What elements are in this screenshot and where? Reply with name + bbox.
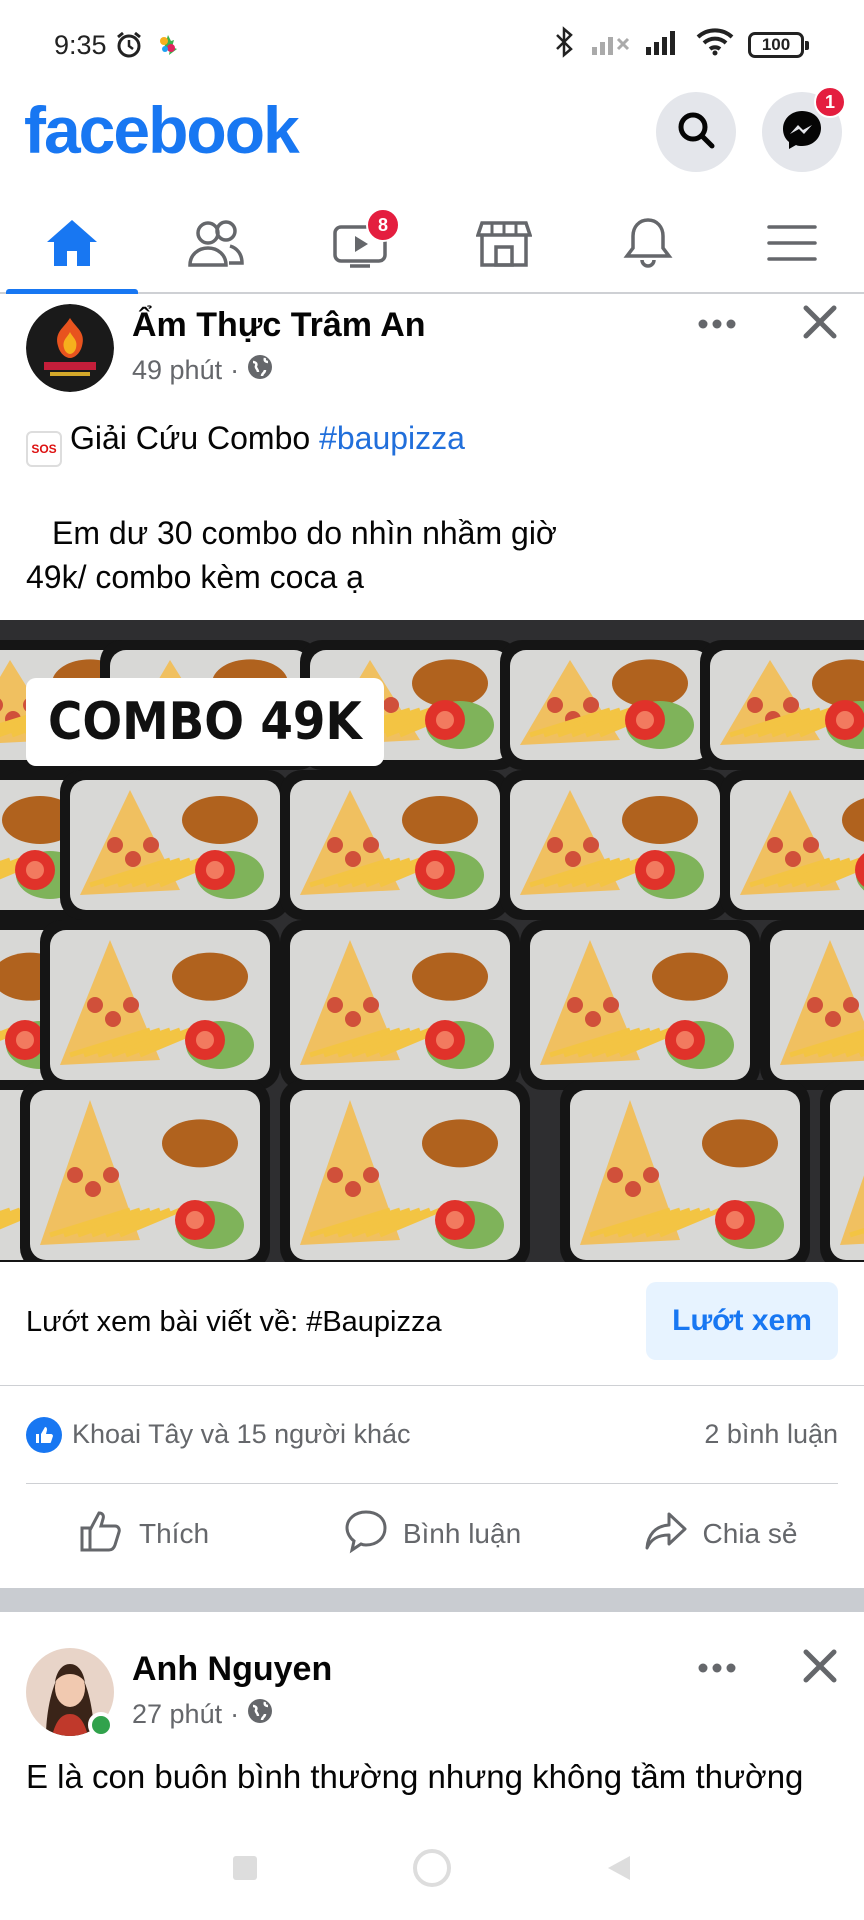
comment-icon [343, 1508, 389, 1561]
main-nav: 8 [0, 198, 864, 294]
home-icon [44, 217, 100, 274]
bluetooth-icon [554, 26, 576, 63]
globe-icon [247, 354, 273, 387]
tab-home[interactable] [0, 198, 144, 294]
hashtag-browse-row: Lướt xem bài viết về: #Baupizza Lướt xem [0, 1262, 864, 1386]
tab-marketplace[interactable] [432, 198, 576, 292]
reactions-summary[interactable]: Khoai Tây và 15 người khác [26, 1416, 411, 1453]
more-icon [697, 1661, 737, 1679]
photo-overlay-text: COMBO 49K [26, 678, 384, 766]
food-box [280, 1080, 530, 1262]
meta-separator: · [230, 1699, 240, 1729]
search-button[interactable] [656, 92, 736, 172]
bell-icon [622, 216, 674, 275]
status-time: 9:35 [54, 30, 107, 60]
signal-icon [644, 29, 682, 60]
post-more-button[interactable] [690, 1648, 744, 1692]
browse-button[interactable]: Lướt xem [646, 1282, 838, 1360]
tab-watch[interactable]: 8 [288, 198, 432, 292]
post-text-line1: E là con buôn bình thường nhưng không tầ… [26, 1758, 804, 1795]
close-icon [802, 1648, 838, 1689]
hide-post-button[interactable] [796, 1644, 844, 1692]
food-box [280, 920, 520, 1090]
friends-icon [186, 217, 246, 274]
hamburger-icon [766, 221, 818, 270]
food-box [20, 1080, 270, 1262]
food-box [560, 1080, 810, 1262]
hashtag-link[interactable]: #baupizza [319, 420, 465, 456]
post-time[interactable]: 27 phút [132, 1699, 222, 1730]
food-box [280, 770, 510, 920]
wifi-icon [696, 28, 734, 61]
feed-divider [0, 1588, 864, 1612]
tab-friends[interactable] [144, 198, 288, 292]
thumbs-up-icon [79, 1508, 125, 1561]
sos-emoji-icon: SOS [26, 431, 62, 467]
like-button[interactable]: Thích [0, 1484, 288, 1584]
close-icon [802, 304, 838, 345]
battery-indicator: 100 [748, 31, 809, 58]
app-notification-icon [156, 33, 180, 62]
signal-off-icon [590, 29, 630, 60]
meta-separator: · [230, 355, 240, 385]
post-author[interactable]: Anh Nguyen [132, 1650, 332, 1689]
tab-menu[interactable] [720, 198, 864, 292]
post-meta: 27 phút · [132, 1698, 273, 1731]
post-text-line1: Giải Cứu Combo [70, 420, 320, 456]
recents-icon[interactable] [230, 1853, 260, 1888]
post-actions: Thích Bình luận Chia sẻ [0, 1484, 864, 1584]
post-photo[interactable]: COMBO 49K [0, 620, 864, 1262]
food-box [500, 770, 730, 920]
hide-post-button[interactable] [796, 300, 844, 348]
comments-count[interactable]: 2 bình luận [704, 1419, 838, 1450]
post-header: Ẩm Thực Trâm An 49 phút · [0, 296, 864, 408]
online-status-indicator [88, 1712, 114, 1738]
food-box [40, 920, 280, 1090]
post-time[interactable]: 49 phút [132, 355, 222, 386]
food-box [820, 1080, 864, 1262]
like-label: Thích [138, 1518, 210, 1549]
app-header: facebook 1 [0, 86, 864, 172]
post-text-line2: Em dư 30 combo do nhìn nhầm giờ [52, 515, 557, 551]
share-label: Chia sẻ [702, 1518, 798, 1549]
home-nav-icon[interactable] [410, 1846, 454, 1895]
food-box [720, 770, 864, 920]
post-author[interactable]: Ẩm Thực Trâm An [132, 306, 426, 345]
post-meta: 49 phút · [132, 354, 273, 387]
alarm-icon [114, 30, 144, 65]
feed-post: Ẩm Thực Trâm An 49 phút · SOS Giải Cứu Co… [0, 296, 864, 1588]
system-navigation-bar [0, 1820, 864, 1920]
marketplace-icon [475, 217, 533, 274]
food-box [760, 920, 864, 1090]
share-icon [643, 1508, 689, 1561]
post-header: Anh Nguyen 27 phút · [0, 1640, 864, 1752]
browse-text: Lướt xem bài viết về: #Baupizza [26, 1306, 442, 1338]
back-icon[interactable] [604, 1853, 634, 1888]
globe-icon [247, 1698, 273, 1731]
like-reaction-icon [26, 1416, 62, 1453]
facebook-logo[interactable]: facebook [24, 92, 300, 168]
tab-notifications[interactable] [576, 198, 720, 292]
food-box [700, 640, 864, 770]
post-more-button[interactable] [690, 304, 744, 348]
comment-button[interactable]: Bình luận [288, 1484, 576, 1584]
reactions-bar: Khoai Tây và 15 người khác 2 bình luận [26, 1386, 838, 1484]
messenger-button[interactable]: 1 [762, 86, 846, 172]
messenger-badge: 1 [814, 86, 846, 118]
status-bar: 9:35 100 [0, 0, 864, 92]
post-text-line3: 49k/ combo kèm coca ạ [26, 559, 364, 595]
post-body: SOS Giải Cứu Combo #baupizza Em dư 30 com… [0, 416, 864, 599]
reactions-text: Khoai Tây và 15 người khác [72, 1419, 411, 1449]
food-box [60, 770, 290, 920]
food-box [520, 920, 760, 1090]
watch-badge: 8 [366, 208, 400, 242]
search-icon [675, 109, 717, 156]
messenger-icon [780, 108, 824, 157]
share-button[interactable]: Chia sẻ [576, 1484, 864, 1584]
food-box [500, 640, 720, 770]
more-icon [697, 317, 737, 335]
page-avatar[interactable] [26, 304, 114, 392]
comment-label: Bình luận [402, 1518, 522, 1549]
